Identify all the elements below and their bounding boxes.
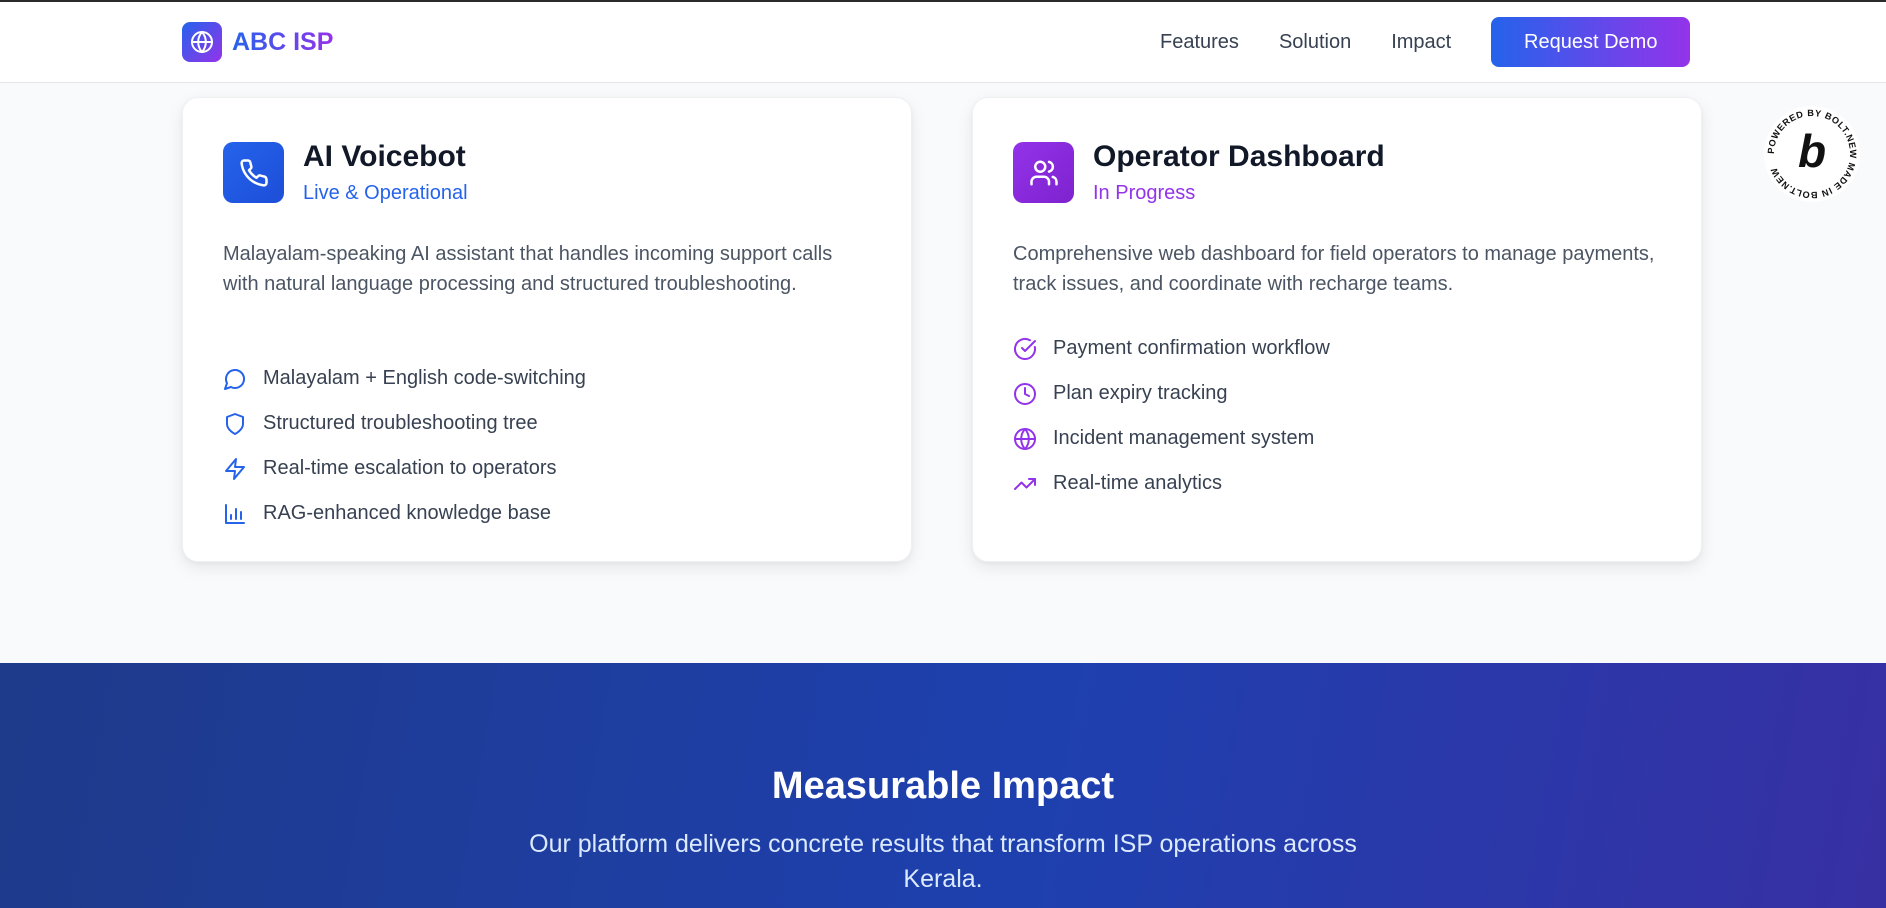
list-item: RAG-enhanced knowledge base <box>223 491 586 536</box>
section-subtitle: Our platform delivers concrete results t… <box>493 827 1393 897</box>
card-description: Malayalam-speaking AI assistant that han… <box>223 243 833 295</box>
section-title: Measurable Impact <box>771 765 1115 807</box>
nav-link-solution[interactable]: Solution <box>1279 31 1351 54</box>
list-item: Structured troubleshooting tree <box>223 401 586 446</box>
chat-bubble-icon <box>224 368 245 390</box>
shield-icon <box>226 412 244 435</box>
feature-label: Real-time escalation to operators <box>263 457 557 479</box>
clock-icon <box>1014 382 1036 405</box>
badge-letter: b <box>1798 125 1826 177</box>
operator-dashboard-card: Operator Dashboard In Progress Comprehen… <box>972 97 1702 562</box>
site-header: ABC ISP Features Solution Impact Request… <box>0 2 1886 83</box>
logo[interactable]: ABC ISP <box>182 22 333 62</box>
logo-text: ABC ISP <box>232 27 334 56</box>
list-item: Real-time escalation to operators <box>223 446 586 491</box>
feature-label: Payment confirmation workflow <box>1053 337 1330 359</box>
feature-label: RAG-enhanced knowledge base <box>263 502 551 524</box>
globe-icon <box>1014 427 1036 450</box>
subtitle-line-2: Kerala. <box>903 865 983 893</box>
nav-link-features[interactable]: Features <box>1160 31 1239 54</box>
trending-up-icon <box>1014 477 1036 490</box>
feature-label: Incident management system <box>1053 427 1315 449</box>
list-item: Malayalam + English code-switching <box>223 356 586 401</box>
list-item: Payment confirmation workflow <box>1013 326 1330 371</box>
globe-logo-icon <box>182 22 222 62</box>
check-circle-icon <box>1014 337 1036 360</box>
feature-list: Payment confirmation workflow Plan expir… <box>1013 326 1330 506</box>
impact-section: Measurable Impact Our platform delivers … <box>0 663 1886 908</box>
request-demo-button[interactable]: Request Demo <box>1491 17 1691 67</box>
list-item: Real-time analytics <box>1013 461 1330 506</box>
card-title: Operator Dashboard <box>1093 140 1385 173</box>
feature-label: Malayalam + English code-switching <box>263 367 586 389</box>
main-nav: Features Solution Impact Request Demo <box>1160 17 1691 67</box>
feature-label: Plan expiry tracking <box>1053 382 1228 404</box>
status-badge: Live & Operational <box>303 182 468 204</box>
card-description: Comprehensive web dashboard for field op… <box>1013 243 1655 295</box>
status-badge: In Progress <box>1093 182 1196 204</box>
list-item: Incident management system <box>1013 416 1330 461</box>
subtitle-line-1: Our platform delivers concrete results t… <box>529 830 1357 858</box>
card-title: AI Voicebot <box>303 140 466 173</box>
feature-list: Malayalam + English code-switching Struc… <box>223 356 586 536</box>
nav-link-impact[interactable]: Impact <box>1391 31 1451 54</box>
list-item: Plan expiry tracking <box>1013 371 1330 416</box>
ai-voicebot-card: AI Voicebot Live & Operational Malayalam… <box>182 97 912 562</box>
bar-chart-icon <box>225 503 245 524</box>
bolt-badge-icon[interactable]: POWERED BY BOLT.NEW MADE IN BOLT.NEW b <box>1762 104 1862 204</box>
users-icon <box>1013 142 1074 203</box>
phone-icon <box>223 142 284 203</box>
lightning-icon <box>225 457 245 480</box>
feature-label: Structured troubleshooting tree <box>263 412 538 434</box>
feature-label: Real-time analytics <box>1053 472 1222 494</box>
